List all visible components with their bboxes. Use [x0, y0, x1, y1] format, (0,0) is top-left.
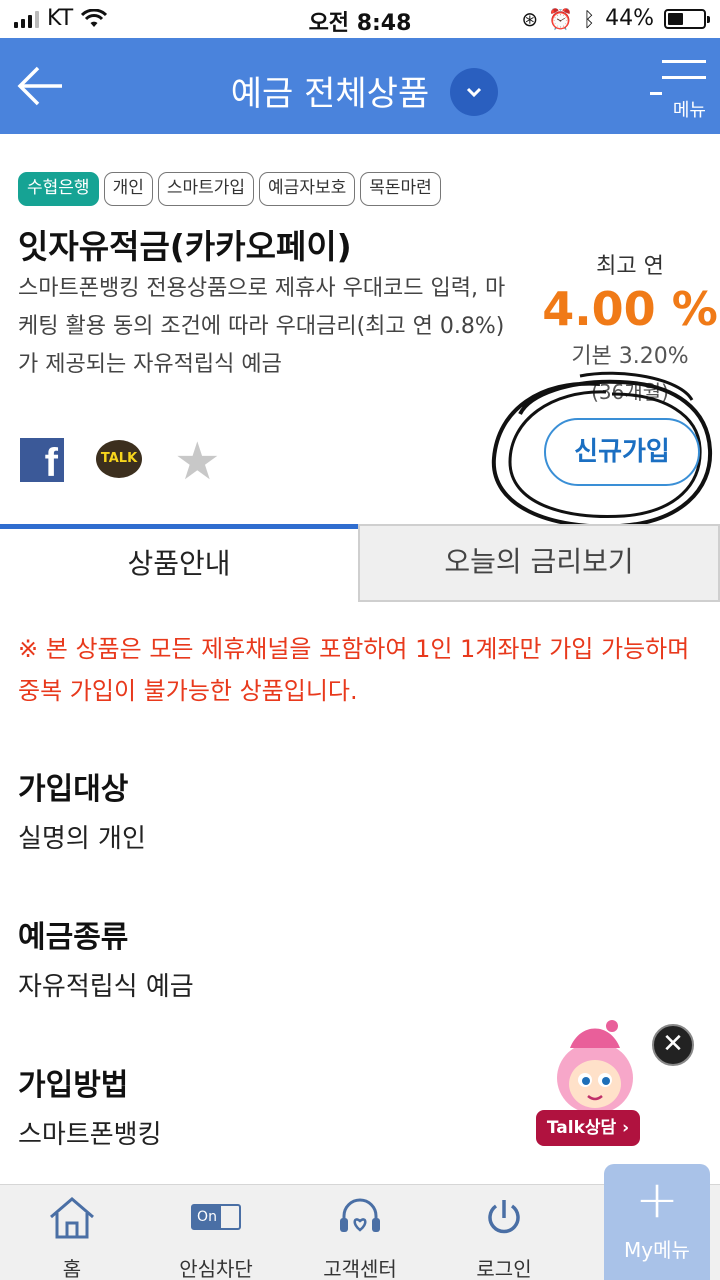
- nav-login[interactable]: 로그인: [444, 1193, 564, 1280]
- power-icon: [488, 1200, 520, 1234]
- mascot-icon[interactable]: [540, 1018, 650, 1118]
- section-title-deposit-type: 예금종류: [18, 920, 129, 955]
- rate-value: 4.00 %: [542, 282, 718, 336]
- bluetooth-icon: ᛒ: [583, 6, 596, 31]
- menu-button[interactable]: 메뉴: [650, 58, 706, 122]
- nav-customer-center[interactable]: 고객센터: [300, 1193, 420, 1280]
- section-title-eligibility: 가입대상: [18, 772, 129, 807]
- tab-product-info[interactable]: 상품안내: [0, 524, 358, 602]
- base-rate: 기본 3.20%: [571, 344, 689, 369]
- my-menu-button[interactable]: + My메뉴: [604, 1164, 710, 1280]
- toggle-on-icon: On: [191, 1204, 241, 1230]
- alarm-icon: ⏰: [548, 6, 574, 31]
- rate-term: (36개월): [591, 380, 669, 404]
- section-body-deposit-type: 자유적립식 예금: [18, 972, 194, 1002]
- talk-consult-button[interactable]: Talk상담 ›: [536, 1110, 640, 1146]
- facebook-icon[interactable]: f: [20, 438, 64, 482]
- nav-customer-center-label: 고객센터: [323, 1257, 397, 1280]
- product-tags: 수협은행 개인 스마트가입 예금자보호 목돈마련: [18, 172, 441, 206]
- app-header: 예금 전체상품 메뉴: [0, 38, 720, 134]
- nav-login-label: 로그인: [476, 1257, 532, 1280]
- tab-today-rates[interactable]: 오늘의 금리보기: [358, 524, 720, 602]
- favorite-star-icon[interactable]: ★: [174, 436, 221, 488]
- rotation-lock-icon: ⊛: [521, 6, 539, 31]
- plus-icon: +: [635, 1170, 679, 1230]
- my-menu-label: My메뉴: [624, 1238, 690, 1262]
- product-name: 잇자유적금(카카오페이): [18, 227, 352, 266]
- category-dropdown-button[interactable]: [450, 68, 498, 116]
- section-body-eligibility: 실명의 개인: [18, 824, 146, 854]
- nav-home[interactable]: 홈: [12, 1193, 132, 1280]
- status-bar: KT 오전 8:48 ⊛ ⏰ ᛒ 44%: [0, 0, 720, 38]
- battery-percent: 44%: [605, 6, 654, 31]
- section-title-signup-method: 가입방법: [18, 1068, 129, 1103]
- tag-smart-signup: 스마트가입: [157, 172, 255, 206]
- tag-bank: 수협은행: [18, 172, 99, 206]
- headset-icon: [340, 1198, 380, 1232]
- signup-button[interactable]: 신규가입: [544, 418, 700, 486]
- nav-home-label: 홈: [62, 1257, 82, 1280]
- menu-label: 메뉴: [672, 100, 706, 121]
- tag-deposit-protection: 예금자보호: [259, 172, 356, 206]
- product-tabs: 상품안내 오늘의 금리보기: [0, 524, 720, 602]
- home-icon: [50, 1197, 94, 1239]
- notice-text: ※ 본 상품은 모든 제휴채널을 포함하여 1인 1계좌만 가입 가능하며 중복…: [18, 635, 690, 705]
- battery-icon: [664, 8, 710, 29]
- product-description: 스마트폰뱅킹 전용상품으로 제휴사 우대코드 입력, 마케팅 활용 동의 조건에…: [18, 276, 506, 377]
- tag-personal: 개인: [103, 172, 153, 206]
- toggle-on-text: On: [193, 1206, 221, 1228]
- section-body-signup-method: 스마트폰뱅킹: [18, 1120, 162, 1150]
- chevron-down-icon: [466, 87, 482, 98]
- rate-label: 최고 연: [596, 254, 664, 279]
- nav-safe-block-label: 안심차단: [179, 1257, 253, 1280]
- page-title: 예금 전체상품: [230, 74, 430, 114]
- close-icon[interactable]: ✕: [652, 1024, 694, 1066]
- kakaotalk-icon[interactable]: TALK: [96, 440, 142, 478]
- nav-safe-block[interactable]: On 안심차단: [156, 1193, 276, 1280]
- rate-box: 최고 연 4.00 % 기본 3.20% (36개월): [540, 248, 720, 405]
- tag-lump-sum: 목돈마련: [360, 172, 441, 206]
